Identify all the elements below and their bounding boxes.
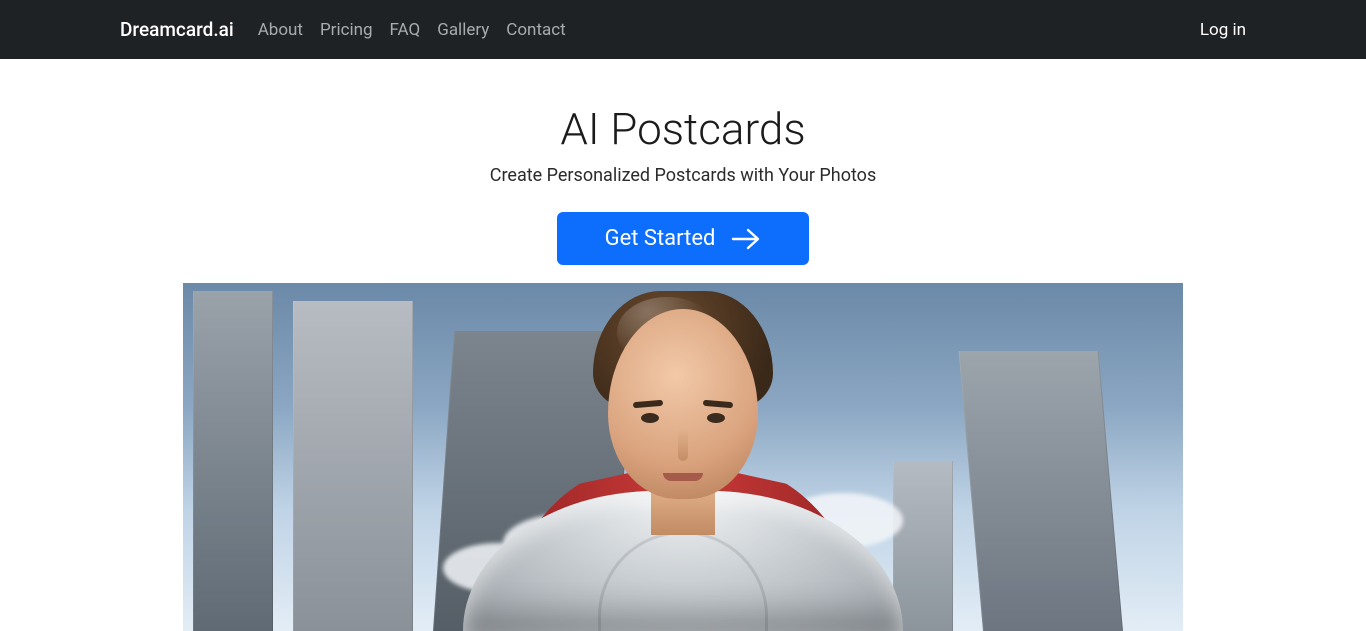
nav-faq[interactable]: FAQ xyxy=(390,20,421,40)
nav-contact[interactable]: Contact xyxy=(506,20,565,40)
brand-logo[interactable]: Dreamcard.ai xyxy=(120,18,234,41)
hero-subtitle: Create Personalized Postcards with Your … xyxy=(0,165,1366,186)
nav-pricing[interactable]: Pricing xyxy=(320,20,373,40)
get-started-label: Get Started xyxy=(605,226,716,251)
hero-section: AI Postcards Create Personalized Postcar… xyxy=(0,59,1366,631)
arrow-right-icon xyxy=(731,227,761,251)
hero-title: AI Postcards xyxy=(0,103,1366,155)
nav-links: About Pricing FAQ Gallery Contact xyxy=(258,20,566,40)
get-started-button[interactable]: Get Started xyxy=(557,212,810,265)
login-link[interactable]: Log in xyxy=(1200,20,1246,40)
navbar: Dreamcard.ai About Pricing FAQ Gallery C… xyxy=(0,0,1366,59)
nav-gallery[interactable]: Gallery xyxy=(437,20,489,40)
nav-about[interactable]: About xyxy=(258,20,303,40)
hero-image xyxy=(183,283,1183,631)
